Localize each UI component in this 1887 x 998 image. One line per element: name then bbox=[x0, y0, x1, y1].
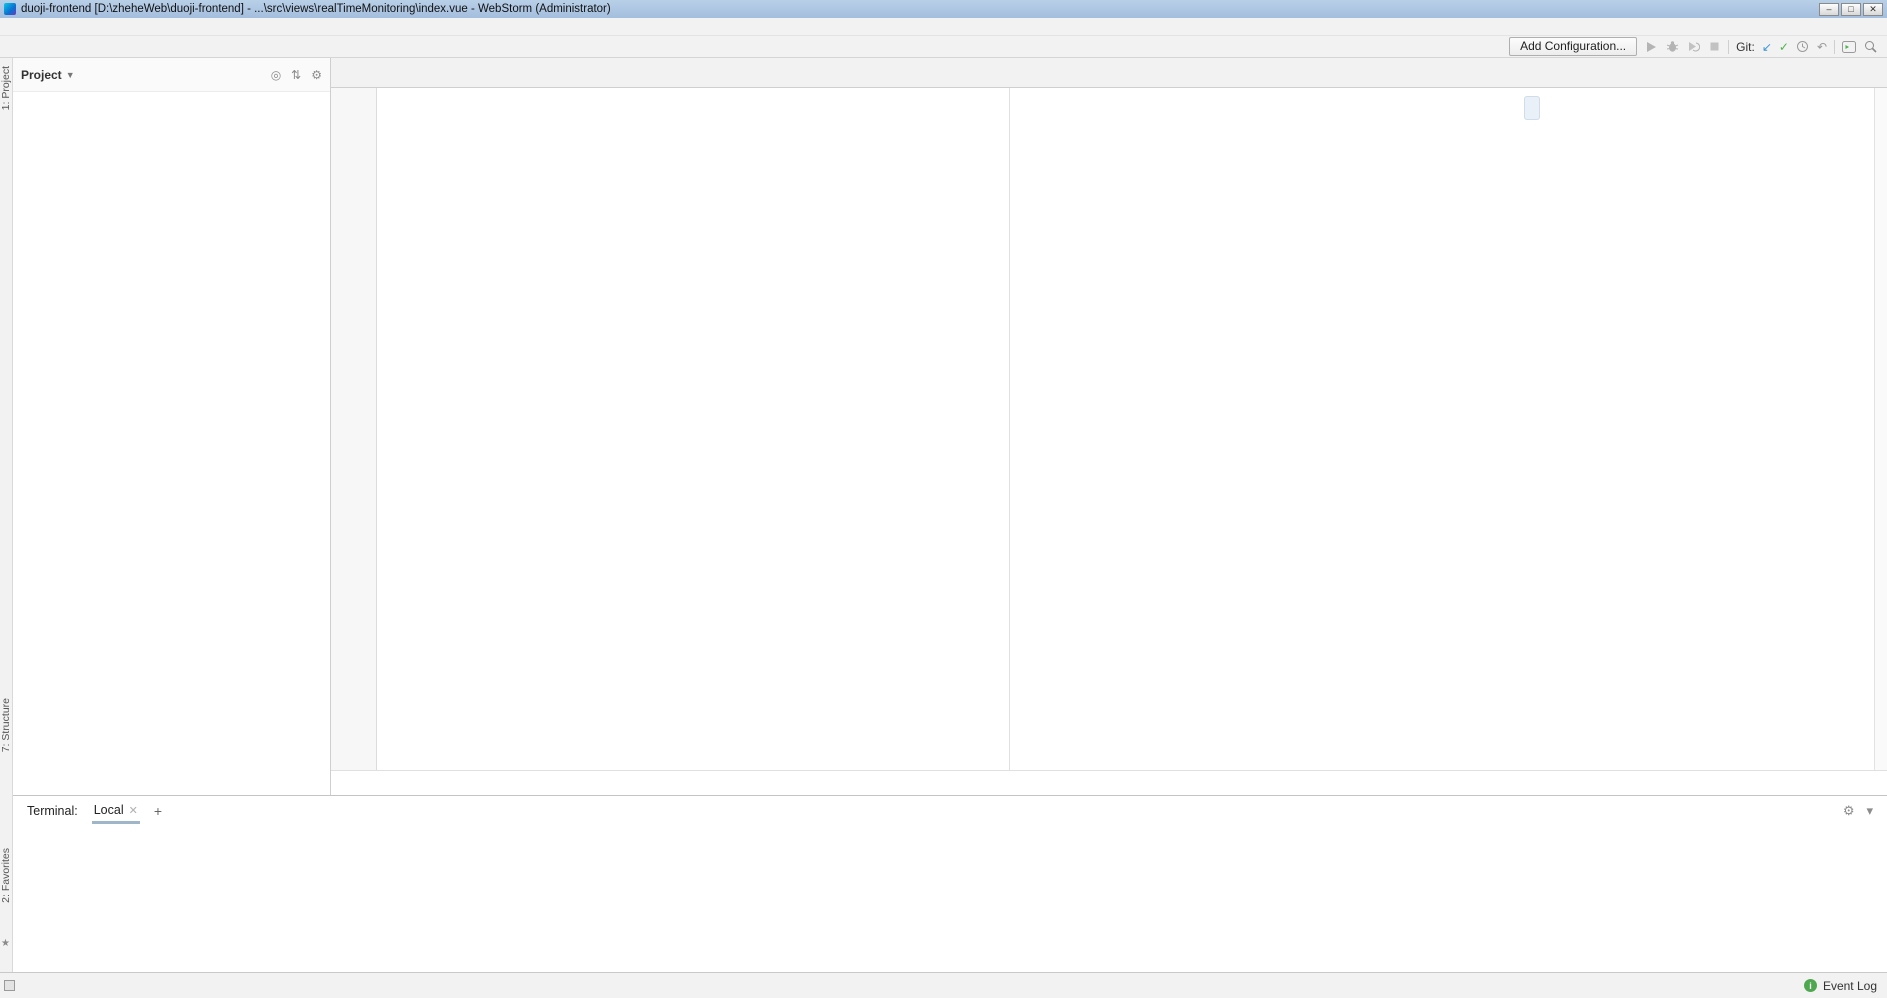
title-bar: duoji-frontend [D:\zheheWeb\duoji-fronte… bbox=[0, 0, 1887, 18]
close-button[interactable]: ✕ bbox=[1863, 3, 1883, 16]
new-terminal-session-button[interactable]: + bbox=[154, 803, 162, 819]
editor-area bbox=[331, 58, 1887, 795]
editor-breadcrumb bbox=[331, 770, 1887, 795]
rollback-icon[interactable]: ↶ bbox=[1817, 40, 1827, 54]
project-tree bbox=[13, 92, 330, 795]
chevron-down-icon: ▼ bbox=[66, 70, 75, 80]
git-update-icon[interactable]: ↙ bbox=[1762, 40, 1772, 54]
project-panel: Project ▼ ◎ ⇅ ⚙ bbox=[13, 58, 331, 795]
debug-icon[interactable] bbox=[1665, 40, 1679, 54]
gear-icon[interactable]: ⚙ bbox=[311, 68, 322, 82]
run-anything-icon[interactable] bbox=[1842, 40, 1856, 54]
hide-panel-icon[interactable]: ▾ bbox=[1866, 803, 1873, 819]
browser-icons-bar bbox=[1524, 96, 1540, 120]
webstorm-logo-icon bbox=[4, 3, 16, 15]
close-icon[interactable]: ✕ bbox=[129, 804, 138, 817]
tool-window-favorites-tab[interactable]: 2: Favorites bbox=[0, 848, 13, 903]
toolbar-right: Add Configuration... Git: ↙ ✓ ↶ bbox=[1509, 37, 1877, 56]
window-title: duoji-frontend [D:\zheheWeb\duoji-fronte… bbox=[21, 3, 1819, 15]
terminal-settings-gear-icon[interactable]: ⚙ bbox=[1843, 803, 1855, 819]
collapse-all-icon[interactable]: ⇅ bbox=[291, 68, 301, 82]
stop-icon[interactable] bbox=[1707, 40, 1721, 54]
terminal-output[interactable] bbox=[13, 826, 1887, 972]
git-label: Git: bbox=[1736, 40, 1755, 54]
tool-window-strip-left: 1: Project 7: Structure 2: Favorites ★ bbox=[0, 58, 13, 972]
history-clock-icon[interactable] bbox=[1796, 40, 1810, 54]
error-stripe-scrollbar[interactable] bbox=[1874, 88, 1887, 770]
maximize-button[interactable]: □ bbox=[1841, 3, 1861, 16]
code-editor[interactable] bbox=[377, 88, 1887, 770]
search-everywhere-icon[interactable] bbox=[1863, 40, 1877, 54]
toolbar-separator bbox=[1728, 40, 1729, 54]
tool-window-structure-tab[interactable]: 7: Structure bbox=[0, 698, 13, 752]
tool-window-project-tab[interactable]: 1: Project bbox=[0, 66, 13, 110]
terminal-header: Terminal: Local ✕ + ⚙ ▾ bbox=[13, 796, 1887, 826]
locate-file-icon[interactable]: ◎ bbox=[271, 68, 281, 82]
run-with-coverage-icon[interactable] bbox=[1686, 40, 1700, 54]
status-bar: i Event Log bbox=[0, 972, 1887, 998]
right-margin-guide bbox=[1009, 88, 1010, 770]
event-log-icon: i bbox=[1804, 979, 1817, 992]
terminal-tab-local[interactable]: Local ✕ bbox=[92, 798, 140, 824]
event-log-label[interactable]: Event Log bbox=[1823, 979, 1877, 993]
editor-tab-bar bbox=[331, 58, 1887, 88]
terminal-panel: Terminal: Local ✕ + ⚙ ▾ bbox=[13, 795, 1887, 972]
editor-gutter bbox=[331, 88, 377, 770]
add-configuration-button[interactable]: Add Configuration... bbox=[1509, 37, 1637, 56]
project-panel-header[interactable]: Project ▼ ◎ ⇅ ⚙ bbox=[13, 58, 330, 92]
project-panel-title: Project bbox=[21, 68, 62, 82]
minimize-button[interactable]: – bbox=[1819, 3, 1839, 16]
git-commit-icon[interactable]: ✓ bbox=[1779, 40, 1789, 54]
favorites-star-icon: ★ bbox=[1, 938, 10, 949]
menu-bar bbox=[0, 18, 1887, 36]
run-icon[interactable] bbox=[1644, 40, 1658, 54]
tool-window-switcher-icon[interactable] bbox=[4, 980, 15, 991]
terminal-title: Terminal: bbox=[27, 804, 78, 818]
toolbar-separator bbox=[1834, 40, 1835, 54]
navigation-bar: Add Configuration... Git: ↙ ✓ ↶ bbox=[0, 36, 1887, 58]
